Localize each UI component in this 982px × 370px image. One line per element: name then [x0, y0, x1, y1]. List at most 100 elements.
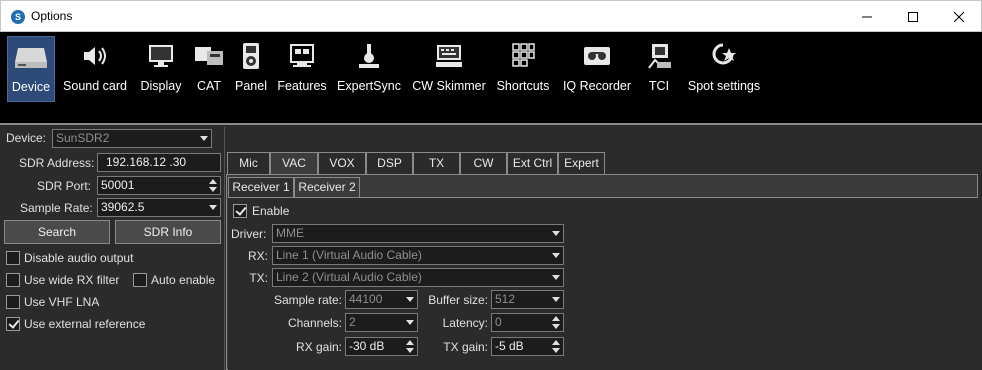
tab-receiver-2[interactable]: Receiver 2	[294, 177, 360, 197]
tx-gain-label: TX gain:	[443, 340, 488, 354]
spin-down-icon[interactable]	[209, 187, 217, 192]
search-button[interactable]: Search	[4, 220, 110, 244]
tab-vox[interactable]: VOX	[318, 152, 366, 174]
spin-down-icon[interactable]	[552, 348, 560, 353]
chevron-down-icon	[552, 297, 560, 302]
sample-rate-value: 39062.5	[101, 200, 145, 214]
toolbar-item-expertsync[interactable]: ExpertSync	[334, 36, 404, 102]
chevron-down-icon	[552, 231, 560, 236]
device-icon	[15, 48, 47, 68]
disable-audio-output-label: Disable audio output	[24, 251, 134, 265]
spin-up-icon[interactable]	[552, 316, 560, 321]
toolbar-item-sound-card[interactable]: Sound card	[60, 36, 130, 102]
tab-receiver-1[interactable]: Receiver 1	[228, 177, 294, 197]
features-icon	[290, 44, 314, 67]
chevron-down-icon	[552, 275, 560, 280]
toolbar-item-panel[interactable]: Panel	[233, 36, 269, 102]
vac-sample-rate-select[interactable]: 44100	[345, 290, 418, 309]
tape-icon	[584, 47, 610, 65]
spin-down-icon[interactable]	[552, 324, 560, 329]
sdr-port-label: SDR Port:	[37, 179, 92, 193]
spin-up-icon[interactable]	[406, 340, 414, 345]
rx-device-select[interactable]: Line 1 (Virtual Audio Cable)	[272, 246, 564, 265]
channels-value: 2	[349, 315, 356, 329]
latency-spinbox[interactable]: 0	[491, 313, 564, 332]
tab-dsp[interactable]: DSP	[366, 152, 413, 174]
toolbar-item-features[interactable]: Features	[276, 36, 328, 102]
toolbar-item-cat[interactable]: CAT	[191, 36, 227, 102]
buffer-size-label: Buffer size:	[428, 293, 488, 307]
device-value: SunSDR2	[56, 131, 110, 145]
chevron-down-icon	[200, 136, 208, 141]
panel-divider	[224, 127, 225, 370]
toolbar-label-cat: CAT	[196, 79, 222, 93]
toolbar-label-tci: TCI	[648, 79, 670, 93]
tab-mic[interactable]: Mic	[227, 152, 270, 174]
rx-device-value: Line 1 (Virtual Audio Cable)	[276, 248, 422, 262]
disable-audio-output-checkbox[interactable]	[6, 251, 20, 265]
toolbar-item-device[interactable]: Device	[7, 36, 55, 102]
tab-tx[interactable]: TX	[413, 152, 460, 174]
tx-device-label: TX:	[249, 271, 268, 285]
tab-cw[interactable]: CW	[460, 152, 507, 174]
rx-gain-spinbox[interactable]: -30 dB	[345, 337, 418, 356]
tx-device-select[interactable]: Line 2 (Virtual Audio Cable)	[272, 268, 564, 287]
chevron-down-icon	[406, 297, 414, 302]
sdr-info-button[interactable]: SDR Info	[115, 220, 221, 244]
tab-expert[interactable]: Expert	[558, 152, 605, 174]
toolbar-item-iq-recorder[interactable]: IQ Recorder	[558, 36, 636, 102]
rx-gain-label: RX gain:	[295, 340, 342, 354]
buffer-size-value: 512	[495, 292, 516, 306]
external-reference-label: Use external reference	[24, 317, 146, 331]
toolbar-label-spot-settings: Spot settings	[687, 79, 761, 93]
toolbar-item-spot-settings[interactable]: Spot settings	[684, 36, 764, 102]
tx-gain-spinbox[interactable]: -5 dB	[491, 337, 564, 356]
toolbar-label-device: Device	[11, 80, 51, 94]
buffer-size-select[interactable]: 512	[491, 290, 564, 309]
wide-rx-filter-checkbox[interactable]	[6, 273, 20, 287]
vac-enable-label: Enable	[252, 204, 290, 218]
device-select[interactable]: SunSDR2	[52, 129, 212, 148]
options-toolbar: Device Sound card Display CAT Panel Feat…	[0, 32, 982, 125]
tab-ext-ctrl[interactable]: Ext Ctrl	[507, 152, 558, 174]
close-button[interactable]	[936, 1, 982, 32]
spin-up-icon[interactable]	[552, 340, 560, 345]
spin-up-icon[interactable]	[209, 179, 217, 184]
auto-enable-checkbox[interactable]	[133, 273, 147, 287]
toolbar-item-display[interactable]: Display	[137, 36, 185, 102]
sample-rate-select[interactable]: 39062.5	[97, 198, 221, 217]
sdr-port-spinbox[interactable]: 50001	[97, 176, 221, 195]
spin-down-icon[interactable]	[406, 348, 414, 353]
toolbar-item-tci[interactable]: TCI	[642, 36, 676, 102]
vac-enable-checkbox[interactable]	[233, 204, 247, 218]
sdr-port-value: 50001	[101, 178, 135, 192]
chevron-down-icon	[552, 253, 560, 258]
toolbar-label-expertsync: ExpertSync	[337, 79, 401, 93]
window-title: Options	[31, 9, 73, 23]
rx-gain-value: -30 dB	[349, 339, 385, 353]
channels-select[interactable]: 2	[345, 313, 418, 332]
sdr-address-input[interactable]: 192.168.12 .30	[97, 153, 221, 172]
keyboard-icon	[436, 45, 462, 67]
toolbar-item-shortcuts[interactable]: Shortcuts	[494, 36, 552, 102]
sdr-address-label: SDR Address:	[19, 156, 95, 170]
toolbar-label-panel: Panel	[235, 79, 267, 93]
chevron-down-icon	[209, 205, 217, 210]
wide-rx-filter-label: Use wide RX filter	[24, 273, 120, 287]
minimize-button[interactable]	[844, 1, 890, 32]
tab-vac[interactable]: VAC	[270, 152, 318, 174]
close-icon	[954, 11, 964, 22]
chevron-down-icon	[406, 320, 414, 325]
panel-icon	[243, 43, 259, 69]
external-reference-checkbox[interactable]	[6, 317, 20, 331]
maximize-icon	[908, 11, 918, 22]
title-bar: S Options	[0, 0, 982, 32]
toolbar-item-cw-skimmer[interactable]: CW Skimmer	[410, 36, 488, 102]
cat-icon	[195, 47, 223, 65]
maximize-button[interactable]	[890, 1, 936, 32]
device-label: Device:	[6, 131, 47, 145]
toolbar-label-iq-recorder: IQ Recorder	[562, 79, 632, 93]
sample-rate-label: Sample Rate:	[20, 201, 93, 215]
driver-select[interactable]: MME	[272, 224, 564, 243]
vhf-lna-checkbox[interactable]	[6, 295, 20, 309]
